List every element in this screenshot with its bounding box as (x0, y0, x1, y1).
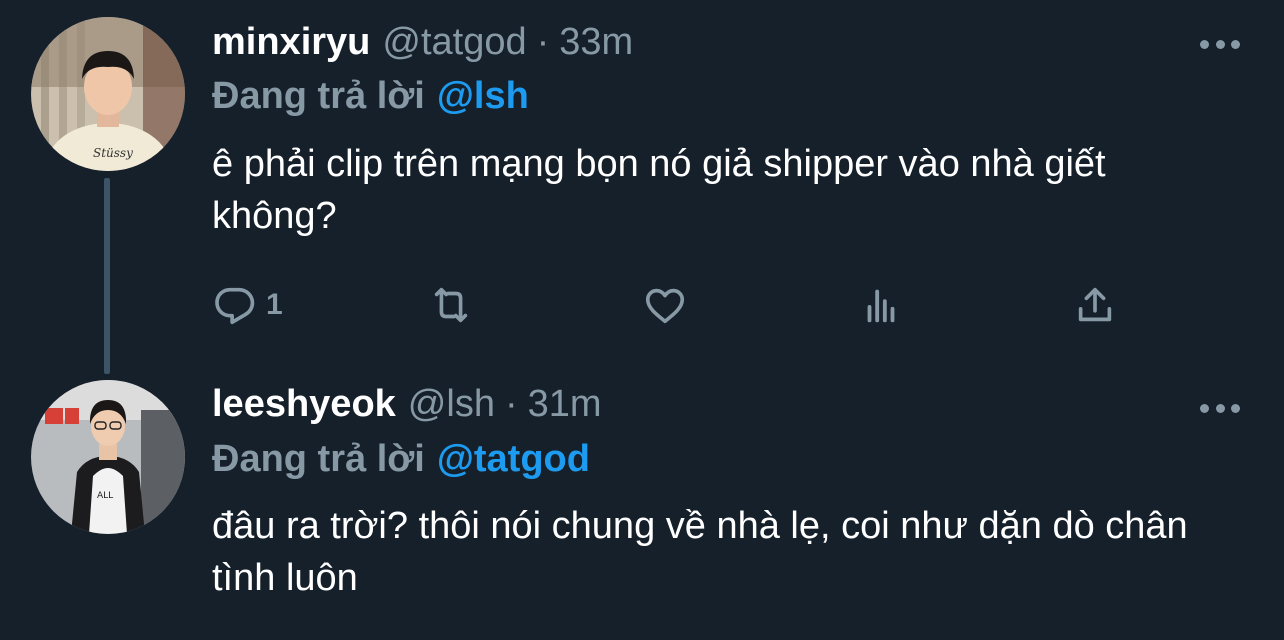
share-upload-icon (1078, 287, 1112, 322)
timestamp[interactable]: 31m (528, 383, 602, 426)
tweet-header: leeshyeok @lsh · 31m (212, 379, 602, 429)
tweet-1[interactable]: Stüssy minxiryu @tatgod · 33m Đang trả l… (0, 0, 1284, 374)
replying-to-label: Đang trả lời (212, 74, 425, 117)
views-bar-chart-icon (867, 289, 895, 323)
retweet-icon (434, 287, 468, 323)
replying-to: Đang trả lời @tatgod (212, 434, 590, 484)
tweet-2[interactable]: ALL leeshyeok @lsh · 31m Đang trả lời @t… (0, 362, 1284, 640)
replying-to-mention[interactable]: @tatgod (437, 438, 590, 481)
more-horizontal-icon[interactable] (1200, 401, 1240, 415)
user-handle[interactable]: @tatgod (382, 21, 526, 64)
svg-text:ALL: ALL (97, 491, 113, 501)
avatar[interactable]: Stüssy (31, 17, 185, 171)
retweet-button[interactable] (428, 280, 474, 330)
tweet-text: ê phải clip trên mạng bọn nó giả shipper… (212, 143, 1106, 237)
more-horizontal-icon[interactable] (1200, 37, 1240, 51)
reply-count: 1 (266, 288, 283, 321)
reply-bubble-icon (215, 287, 255, 325)
reply-button[interactable]: 1 (212, 280, 283, 330)
heart-icon (645, 288, 685, 324)
timestamp[interactable]: 33m (559, 21, 633, 64)
svg-text:Stüssy: Stüssy (93, 146, 133, 160)
replying-to-label: Đang trả lời (212, 437, 425, 480)
replying-to: Đang trả lời @lsh (212, 71, 529, 121)
share-button[interactable] (1072, 280, 1118, 330)
display-name[interactable]: leeshyeok (212, 383, 396, 426)
tweet-header: minxiryu @tatgod · 33m (212, 17, 633, 67)
separator-dot: · (536, 20, 550, 63)
avatar[interactable]: ALL (31, 380, 185, 534)
separator-dot: · (504, 382, 518, 425)
user-handle[interactable]: @lsh (408, 383, 495, 426)
display-name[interactable]: minxiryu (212, 21, 370, 64)
avatar-image-minxiryu: Stüssy (31, 17, 185, 171)
thread-connector-line (104, 178, 110, 374)
tweet-text: đâu ra trời? thôi nói chung về nhà lẹ, c… (212, 505, 1188, 599)
like-button[interactable] (642, 280, 688, 330)
views-button[interactable] (858, 280, 904, 330)
avatar-image-leeshyeok: ALL (31, 380, 185, 534)
tweet-actions: 1 (0, 280, 1284, 330)
replying-to-mention[interactable]: @lsh (437, 75, 529, 118)
